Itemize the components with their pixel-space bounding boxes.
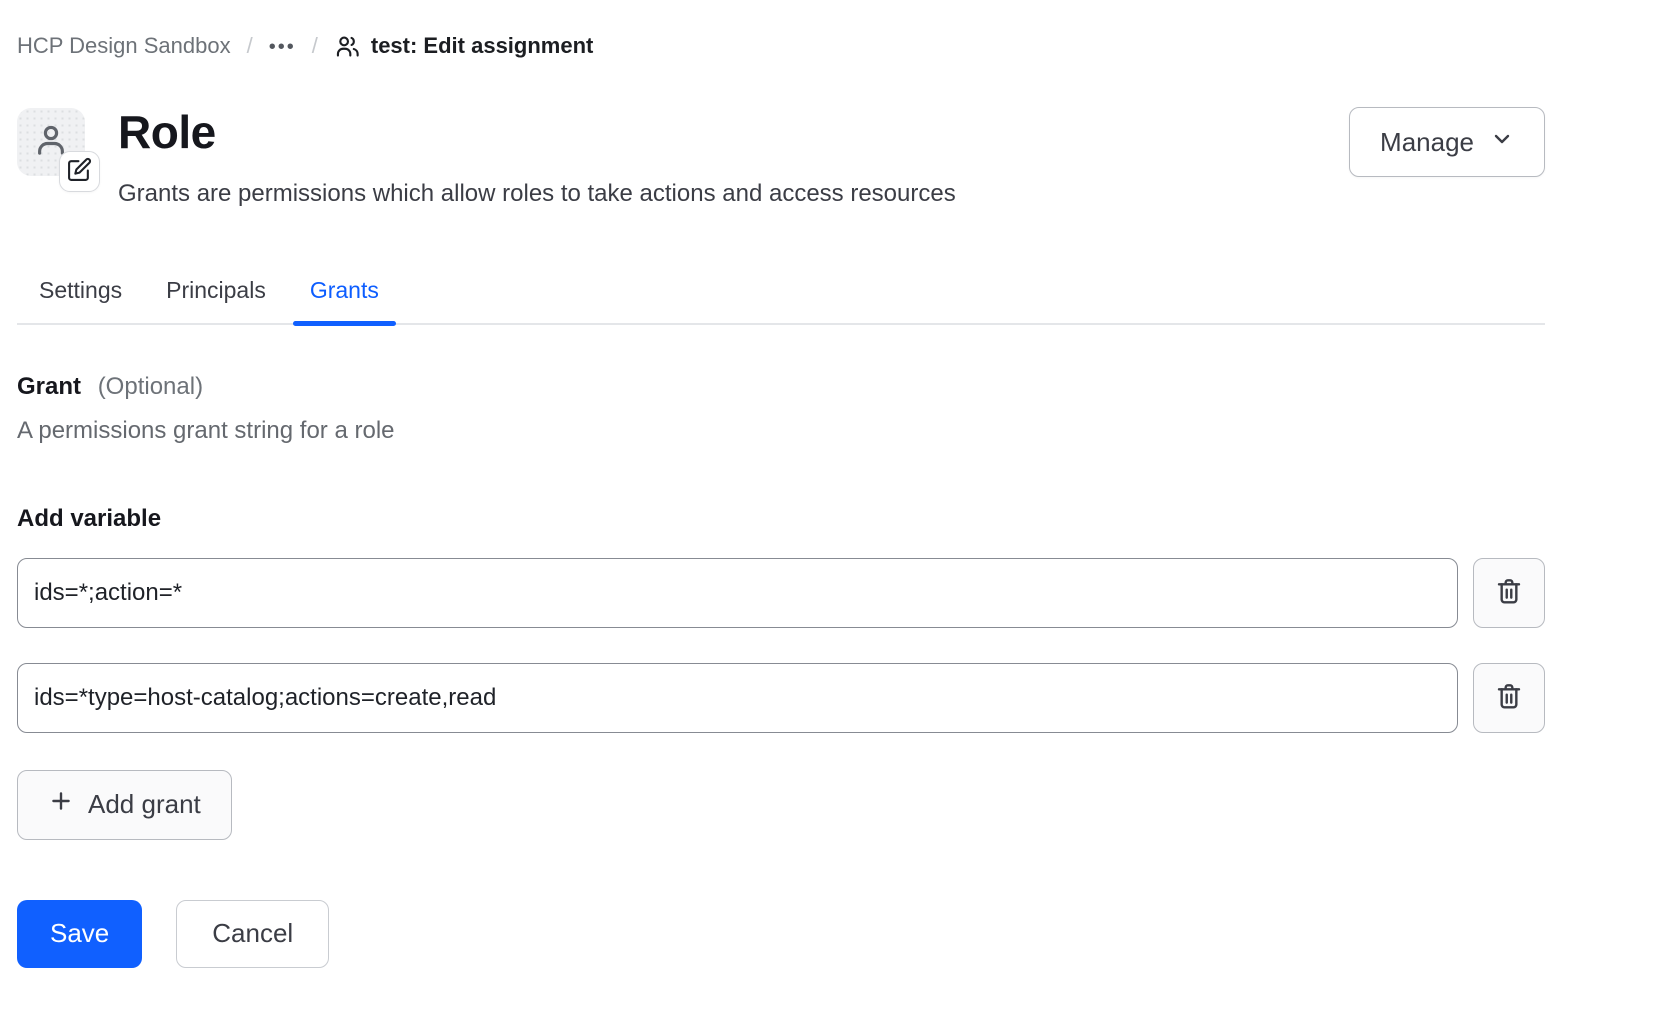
title-block: Role Grants are permissions which allow … <box>118 104 1349 209</box>
chevron-down-icon <box>1490 127 1514 158</box>
delete-grant-button-2[interactable] <box>1473 663 1545 733</box>
grant-field-label: Grant <box>17 373 81 400</box>
form-actions: Save Cancel <box>17 900 1545 968</box>
save-button[interactable]: Save <box>17 900 142 968</box>
cancel-button[interactable]: Cancel <box>176 900 329 968</box>
edit-pencil-icon <box>67 157 92 187</box>
breadcrumb-item-hcp-design-sandbox[interactable]: HCP Design Sandbox <box>17 33 231 59</box>
tab-settings[interactable]: Settings <box>17 275 144 323</box>
tab-grants[interactable]: Grants <box>288 275 401 323</box>
grants-section: Grant (Optional) A permissions grant str… <box>17 373 1545 840</box>
grant-field-label-row: Grant (Optional) <box>17 373 1545 401</box>
plus-icon <box>48 788 74 821</box>
users-icon <box>334 33 361 60</box>
tab-principals[interactable]: Principals <box>144 275 288 323</box>
breadcrumb: HCP Design Sandbox / ••• / test: Edit as… <box>17 30 1545 62</box>
grant-row <box>17 663 1545 733</box>
trash-icon <box>1493 680 1525 715</box>
manage-button[interactable]: Manage <box>1349 107 1545 177</box>
add-grant-button[interactable]: Add grant <box>17 770 232 840</box>
breadcrumb-ellipsis[interactable]: ••• <box>269 34 296 59</box>
breadcrumb-current-label: test: Edit assignment <box>371 33 593 59</box>
grant-string-input-1[interactable] <box>17 558 1458 628</box>
trash-icon <box>1493 575 1525 610</box>
tab-bar: Settings Principals Grants <box>17 275 1545 325</box>
grant-optional-label: (Optional) <box>98 373 203 400</box>
delete-grant-button-1[interactable] <box>1473 558 1545 628</box>
role-avatar <box>17 108 85 176</box>
grant-row <box>17 558 1545 628</box>
role-edit-page: HCP Design Sandbox / ••• / test: Edit as… <box>0 0 1672 968</box>
avatar-edit-badge <box>59 151 100 192</box>
breadcrumb-item-current: test: Edit assignment <box>334 33 593 60</box>
page-subtitle: Grants are permissions which allow roles… <box>118 178 1349 209</box>
page-header: Role Grants are permissions which allow … <box>17 104 1545 209</box>
page-title: Role <box>118 104 1349 162</box>
manage-button-label: Manage <box>1380 127 1474 158</box>
breadcrumb-separator: / <box>312 33 318 59</box>
add-variable-label: Add variable <box>17 505 1545 533</box>
breadcrumb-separator: / <box>247 33 253 59</box>
grant-string-input-2[interactable] <box>17 663 1458 733</box>
add-grant-button-label: Add grant <box>88 789 201 820</box>
grant-field-description: A permissions grant string for a role <box>17 417 1545 445</box>
